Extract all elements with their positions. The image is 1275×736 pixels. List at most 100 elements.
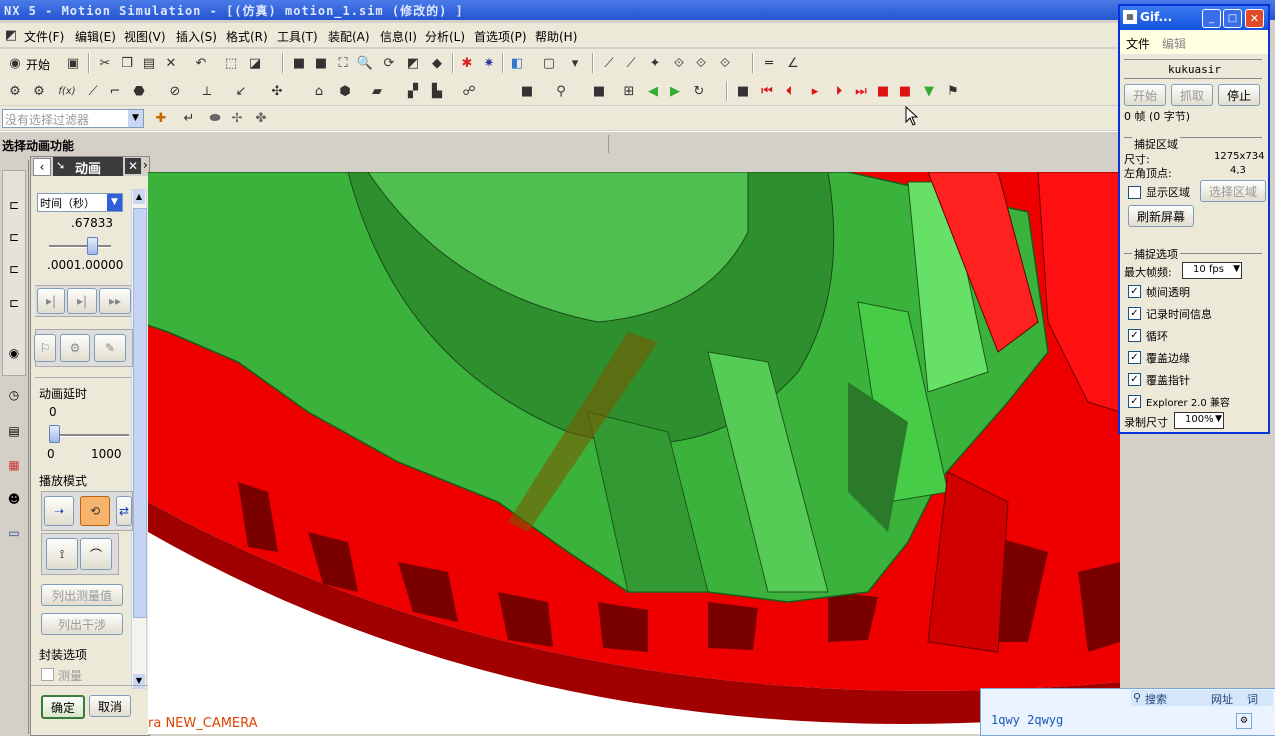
record-time-checkbox[interactable]: ✓ (1128, 307, 1141, 320)
time-slider-thumb[interactable] (87, 237, 99, 255)
clock-icon[interactable]: ◷ (5, 386, 23, 404)
explode-icon[interactable]: ⌒ (80, 538, 112, 570)
pause-icon[interactable]: ■ (874, 82, 892, 100)
palette-icon[interactable]: ▦ (5, 456, 23, 474)
roles-icon[interactable]: ☻ (5, 490, 23, 508)
lasso-icon[interactable]: ✤ (252, 109, 270, 127)
dimension-icon[interactable]: ═ (760, 54, 778, 72)
render-icon[interactable]: ✱ (458, 54, 476, 72)
scroll-up-icon[interactable]: ▲ (133, 190, 145, 204)
record-icon[interactable]: ✎ (94, 334, 126, 362)
fit-icon[interactable]: ■ (290, 54, 308, 72)
sync-icon[interactable]: ↻ (690, 82, 708, 100)
grid-icon[interactable]: ■ (518, 82, 536, 100)
chevron-down-icon[interactable]: ▼ (128, 110, 143, 127)
menu-file[interactable]: 文件(F) (24, 28, 64, 45)
joint-icon[interactable]: ⌐ (106, 82, 124, 100)
record-size-select[interactable]: 100% ▼ (1174, 412, 1224, 429)
link-icon[interactable]: ⚙ (30, 82, 48, 100)
zoom-window-icon[interactable]: ⛶ (334, 54, 352, 72)
play-icon[interactable]: ▸ (806, 82, 824, 100)
menu-insert[interactable]: 插入(S) (176, 28, 217, 45)
flag-icon[interactable]: ⚑ (944, 82, 962, 100)
history-icon[interactable]: ⊏ (5, 294, 23, 312)
contact-icon[interactable]: ⌂ (310, 82, 328, 100)
dialog-scrollbar[interactable]: ▲ ▼ (131, 189, 147, 689)
library-icon[interactable]: ▤ (5, 422, 23, 440)
scroll-thumb[interactable] (133, 208, 147, 618)
zoom-icon[interactable]: 🔍 (356, 54, 374, 72)
cancel-button[interactable]: 取消 (89, 695, 131, 717)
graphics-window[interactable]: ra NEW_CAMERA (148, 172, 1120, 734)
menu-preferences[interactable]: 首选项(P) (474, 28, 527, 45)
gif-menu-file[interactable]: 文件 (1126, 35, 1150, 52)
ime-candidates[interactable]: 1qwy 2qwyg (991, 713, 1063, 727)
step-back-icon[interactable]: ◀ (644, 82, 662, 100)
save-icon[interactable]: ▣ (64, 54, 82, 72)
layer-icon[interactable]: ◪ (246, 54, 264, 72)
loop-checkbox[interactable]: ✓ (1128, 329, 1141, 342)
transparent-checkbox[interactable]: ✓ (1128, 285, 1141, 298)
web-icon[interactable]: ◉ (5, 344, 23, 362)
show-area-checkbox[interactable] (1128, 186, 1141, 199)
loop-icon[interactable]: ⟲ (80, 496, 110, 526)
ime-url[interactable]: 网址 (1211, 691, 1233, 707)
step-icon[interactable]: ▸| (37, 288, 65, 314)
view-orient-icon[interactable]: ▢ (540, 54, 558, 72)
gear-joint-icon[interactable]: ⬣ (130, 82, 148, 100)
delay-slider-track[interactable] (49, 434, 129, 437)
spring-icon[interactable]: ⟋ (84, 82, 102, 100)
ime-settings-icon[interactable]: ⚙ (1236, 713, 1252, 729)
explorer-compat-checkbox[interactable]: ✓ (1128, 395, 1141, 408)
select-icon[interactable]: ⬚ (222, 54, 240, 72)
gif-stop-button[interactable]: 停止 (1218, 84, 1260, 106)
snap-point-icon[interactable]: ✢ (228, 109, 246, 127)
motion-nav-icon[interactable]: ⚙ (6, 82, 24, 100)
anim-stop-icon[interactable]: ■ (734, 82, 752, 100)
next-tab-icon[interactable]: › (143, 158, 149, 172)
shade-icon[interactable]: ✷ (480, 54, 498, 72)
menu-format[interactable]: 格式(R) (226, 28, 268, 45)
cut-icon[interactable]: ✂ (96, 54, 114, 72)
vector-icon[interactable]: ✣ (268, 82, 286, 100)
bushing-icon[interactable]: ▞ (404, 82, 422, 100)
selection-filter-dropdown[interactable]: 没有选择过滤器 ▼ (2, 109, 144, 128)
cover-edge-checkbox[interactable]: ✓ (1128, 351, 1141, 364)
menu-tools[interactable]: 工具(T) (277, 28, 318, 45)
list-measure-button[interactable]: 列出测量值 (41, 584, 123, 606)
delay-slider-thumb[interactable] (49, 425, 60, 443)
menu-assembly[interactable]: 装配(A) (328, 28, 370, 45)
snap-icon[interactable]: ⟋ (600, 54, 618, 72)
delete-icon[interactable]: ✕ (162, 54, 180, 72)
pan-icon[interactable]: ◩ (404, 54, 422, 72)
menu-edit[interactable]: 编辑(E) (75, 28, 116, 45)
chevron-down-icon[interactable]: ▼ (1233, 264, 1240, 274)
snapshot-icon[interactable]: ⚐ (34, 334, 56, 362)
close-icon[interactable]: ✕ (125, 158, 141, 174)
start-menu-button[interactable]: 开始 (26, 56, 50, 73)
system-icon[interactable]: ▭ (5, 524, 23, 542)
refresh-screen-button[interactable]: 刷新屏幕 (1128, 205, 1194, 227)
export-icon[interactable]: ▼ (920, 82, 938, 100)
play-once-icon[interactable]: ➝ (44, 496, 74, 526)
list-interference-button[interactable]: 列出干涉 (41, 613, 123, 635)
select-all-icon[interactable]: ✚ (152, 109, 170, 127)
gif-menu-edit[interactable]: 编辑 (1162, 35, 1186, 52)
measure-checkbox[interactable] (41, 668, 54, 681)
marker-icon[interactable]: ⬢ (336, 82, 354, 100)
max-fps-select[interactable]: 10 fps ▼ (1182, 262, 1242, 279)
ime-search[interactable]: 搜索 (1145, 691, 1167, 707)
trace-icon[interactable]: ⟟ (46, 538, 78, 570)
rotate-icon[interactable]: ⟳ (380, 54, 398, 72)
minimize-icon[interactable]: _ (1202, 9, 1221, 28)
measure-icon[interactable]: ⟐ (670, 54, 688, 72)
step-play-icon[interactable]: ⏵ (830, 82, 848, 100)
motion-nav-tab-icon[interactable]: ⊏ (5, 260, 23, 278)
cube-icon[interactable]: ◧ (508, 54, 526, 72)
undo-icon[interactable]: ↶ (192, 54, 210, 72)
point-icon[interactable]: ✦ (646, 54, 664, 72)
pingpong-icon[interactable]: ⇄ (116, 496, 132, 526)
ime-word[interactable]: 词 (1247, 691, 1258, 707)
menu-help[interactable]: 帮助(H) (535, 28, 577, 45)
close-icon[interactable]: ✕ (1245, 9, 1264, 28)
